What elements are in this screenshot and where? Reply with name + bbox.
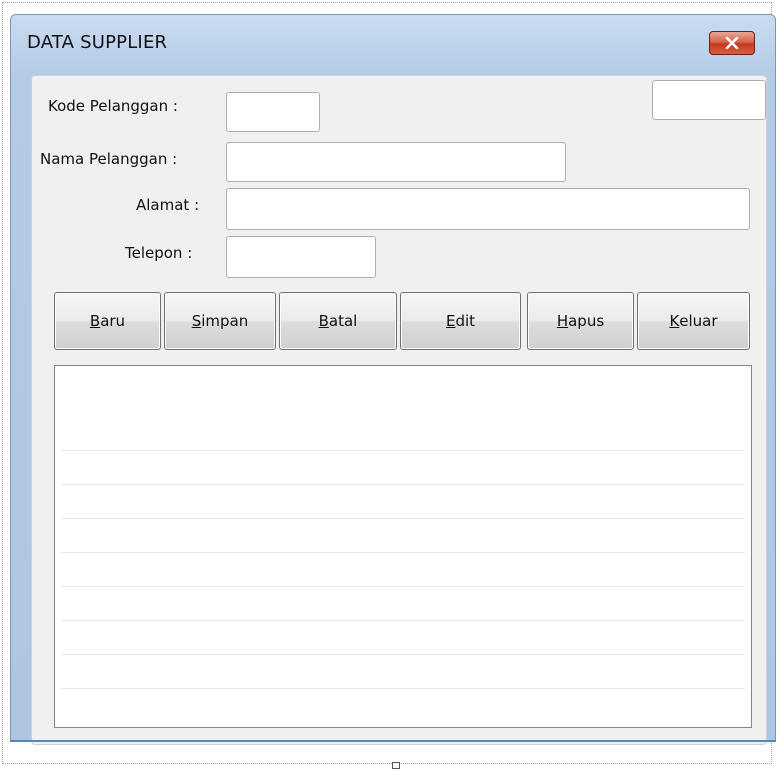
simpan-label: impan [201,312,249,330]
kode-pelanggan-input[interactable] [226,92,320,132]
keluar-label: eluar [679,312,718,330]
hapus-mnemonic: H [556,312,569,330]
baru-mnemonic: B [89,312,101,330]
close-icon [725,37,739,49]
grid-row-line [61,552,745,553]
grid-row-line [61,586,745,587]
alamat-label: Alamat : [136,196,200,214]
batal-mnemonic: B [318,312,329,330]
close-button[interactable] [709,31,755,55]
window-title: DATA SUPPLIER [27,32,168,53]
title-bar[interactable]: DATA SUPPLIER [11,15,775,71]
nama-pelanggan-label: Nama Pelanggan : [40,150,178,168]
telepon-label: Telepon : [125,244,193,262]
baru-label: aru [100,312,126,330]
hapus-label: apus [568,312,605,330]
data-grid[interactable] [54,365,752,728]
grid-row-line [61,688,745,689]
edit-button[interactable]: Edit [400,292,521,350]
extra-input[interactable] [652,80,766,120]
edit-mnemonic: E [445,312,456,330]
nama-pelanggan-input[interactable] [226,142,566,182]
grid-row-line [61,484,745,485]
grid-row-line [61,620,745,621]
kode-pelanggan-label: Kode Pelanggan : [48,97,178,115]
grid-row-line [61,450,745,451]
hapus-button[interactable]: Hapus [527,292,634,350]
batal-button[interactable]: Batal [279,292,397,350]
grid-row-line [61,518,745,519]
grid-row-line [61,654,745,655]
simpan-mnemonic: S [191,312,202,330]
keluar-button[interactable]: Keluar [637,292,750,350]
batal-label: atal [328,312,358,330]
simpan-button[interactable]: Simpan [164,292,276,350]
baru-button[interactable]: Baru [54,292,161,350]
alamat-input[interactable] [226,188,750,230]
keluar-mnemonic: K [669,312,680,330]
telepon-input[interactable] [226,236,376,278]
form-bottom-accent [10,740,776,742]
resize-handle[interactable] [392,762,400,769]
edit-label: dit [455,312,476,330]
